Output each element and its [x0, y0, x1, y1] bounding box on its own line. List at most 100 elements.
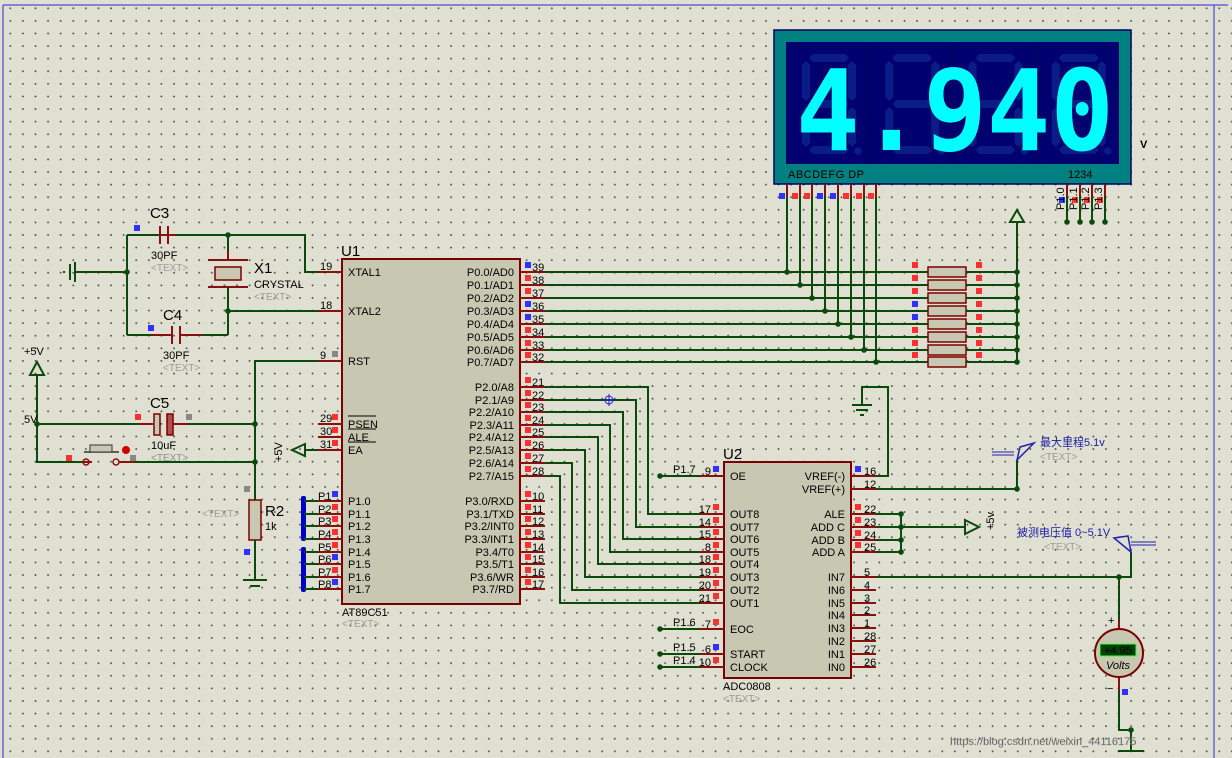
pin-state-indicator — [713, 593, 719, 599]
pullup-resistor — [927, 344, 967, 356]
pin-state-indicator — [525, 352, 531, 358]
u1-pin-number: 35 — [532, 314, 544, 326]
x1-ref: X1 — [254, 260, 272, 277]
pin-state-indicator — [912, 327, 918, 333]
schematic: 4.940ABCDEFG DP 1234VP1.0 P1.1 P1.2 P1.3U1AT… — [2, 4, 1228, 758]
junction-dot — [1064, 219, 1070, 225]
u1-pin-name: P2.7/A15 — [469, 471, 514, 483]
vref-minus-wire[interactable] — [861, 386, 889, 477]
pin-state-indicator — [332, 567, 338, 573]
pin-state-indicator — [332, 491, 338, 497]
c3-ref: C3 — [150, 205, 169, 222]
voltmeter-minus: − — [1107, 683, 1113, 695]
input-terminal-text: <TEXT> — [1044, 542, 1081, 553]
c4-value: 30PF — [163, 350, 190, 362]
pin-state-indicator — [713, 504, 719, 510]
u1-pin-name: P0.0/AD0 — [467, 267, 514, 279]
pin-state-indicator — [843, 193, 849, 199]
u2-pin-number: 15 — [699, 529, 711, 541]
r2-text: <TEXT> — [202, 509, 239, 520]
pin-state-indicator — [713, 554, 719, 560]
u2-pin-name: OUT1 — [730, 598, 759, 610]
pin-state-indicator — [525, 440, 531, 446]
u2-pin-name: IN2 — [828, 636, 845, 648]
u2-pin-name: CLOCK — [730, 662, 769, 674]
pin-state-indicator — [855, 530, 861, 536]
pin-state-indicator — [525, 402, 531, 408]
u1-pin-number: 39 — [532, 262, 544, 274]
u2-part: ADC0808 — [723, 681, 771, 693]
input-wire[interactable] — [876, 552, 1132, 578]
pin-state-indicator — [912, 301, 918, 307]
u1-pin-number: 28 — [532, 466, 544, 478]
pin-state-indicator — [244, 549, 250, 555]
pin-state-indicator — [976, 327, 982, 333]
u1-pin-name: EA — [348, 445, 363, 457]
vref-plus-wire[interactable] — [876, 460, 1018, 490]
u1-pin-name: P2.3/A11 — [470, 420, 514, 432]
c3-text: <TEXT> — [151, 263, 188, 274]
u1-net-label: P2 — [318, 504, 331, 516]
u2-net-label: P1.6 — [673, 617, 696, 629]
u2-net-label: P1.5 — [673, 642, 696, 654]
pin-state-indicator — [332, 554, 338, 560]
u2-pin-number: 18 — [699, 554, 711, 566]
u1-pin-number: 9 — [320, 350, 326, 362]
schematic-canvas[interactable]: 4.940 ABCDEFG DP 1234 V P1.0 P1.1 P1.2 P1.3 U1 AT… — [0, 0, 1232, 758]
pin-state-indicator — [912, 314, 918, 320]
u2-pin-name: IN4 — [828, 610, 845, 622]
vref-terminal-label: 最大里程5.1v — [1040, 435, 1105, 449]
pin-state-indicator — [332, 427, 338, 433]
pin-state-indicator — [332, 579, 338, 585]
u2-pin-number: 14 — [699, 517, 711, 529]
u1-pin-name: P2.1/A9 — [475, 395, 514, 407]
u2-pin-name: IN6 — [828, 585, 845, 597]
u1-pin-name: P2.0/A8 — [475, 382, 514, 394]
digit-pin-labels: 1234 — [1068, 169, 1092, 181]
u1-pin-name: P1.4 — [348, 547, 371, 559]
button-state-icon[interactable] — [122, 446, 130, 454]
u2-pin-number: 4 — [864, 580, 870, 592]
u2-pin-name: VREF(+) — [802, 484, 845, 496]
digit-select-label: P1.2 — [1080, 187, 1092, 210]
r2-ref: R2 — [265, 503, 284, 520]
u1-pin-name: P1.3 — [348, 534, 371, 546]
vcc-wire[interactable] — [36, 375, 82, 463]
u1-pin-number: 12 — [532, 516, 544, 528]
u1-pin-name: P3.6/WR — [470, 572, 514, 584]
junction-dot — [657, 473, 663, 479]
vref-terminal-text: <TEXT> — [1040, 452, 1077, 463]
u1-pin-name: P0.1/AD1 — [467, 280, 514, 292]
junction-dot — [657, 651, 663, 657]
u1-pin-name: P0.4/AD4 — [467, 319, 514, 331]
pin-state-indicator — [779, 193, 785, 199]
pin-state-indicator — [525, 504, 531, 510]
button-contact — [112, 458, 120, 466]
crystal-x1 — [214, 266, 242, 281]
u1-pin-name: P2.5/A13 — [469, 445, 514, 457]
u1-pin-name: P3.5/T1 — [475, 559, 514, 571]
u1-pin-name: P3.2/INT0 — [464, 521, 514, 533]
pin-state-indicator — [912, 275, 918, 281]
u2-pin-number: 6 — [705, 644, 711, 656]
watermark: https://blog.csdn.net/weixin_44116175 — [950, 736, 1136, 748]
reset-button[interactable] — [89, 444, 113, 453]
pullup-resistor — [927, 279, 967, 291]
xtal1-wire[interactable] — [176, 234, 318, 273]
pin-state-indicator — [525, 529, 531, 535]
segment-pin-labels: ABCDEFG DP — [788, 169, 865, 181]
pin-state-indicator — [713, 644, 719, 650]
u2-pin-name: VREF(-) — [805, 471, 845, 483]
pin-state-indicator — [525, 516, 531, 522]
u1-pin-number: 16 — [532, 567, 544, 579]
button-text: <TEXT> — [151, 453, 188, 464]
u2-pin-number: 19 — [699, 567, 711, 579]
rst-wire[interactable] — [254, 360, 318, 500]
pin-state-indicator — [525, 415, 531, 421]
u1-pin-name: P1.1 — [348, 509, 371, 521]
pin-state-indicator — [855, 542, 861, 548]
power-arrow-icon — [964, 518, 982, 536]
u2-pin-name: ALE — [824, 509, 845, 521]
pullup-resistor — [927, 318, 967, 330]
u2-pin-name: OUT3 — [730, 572, 759, 584]
